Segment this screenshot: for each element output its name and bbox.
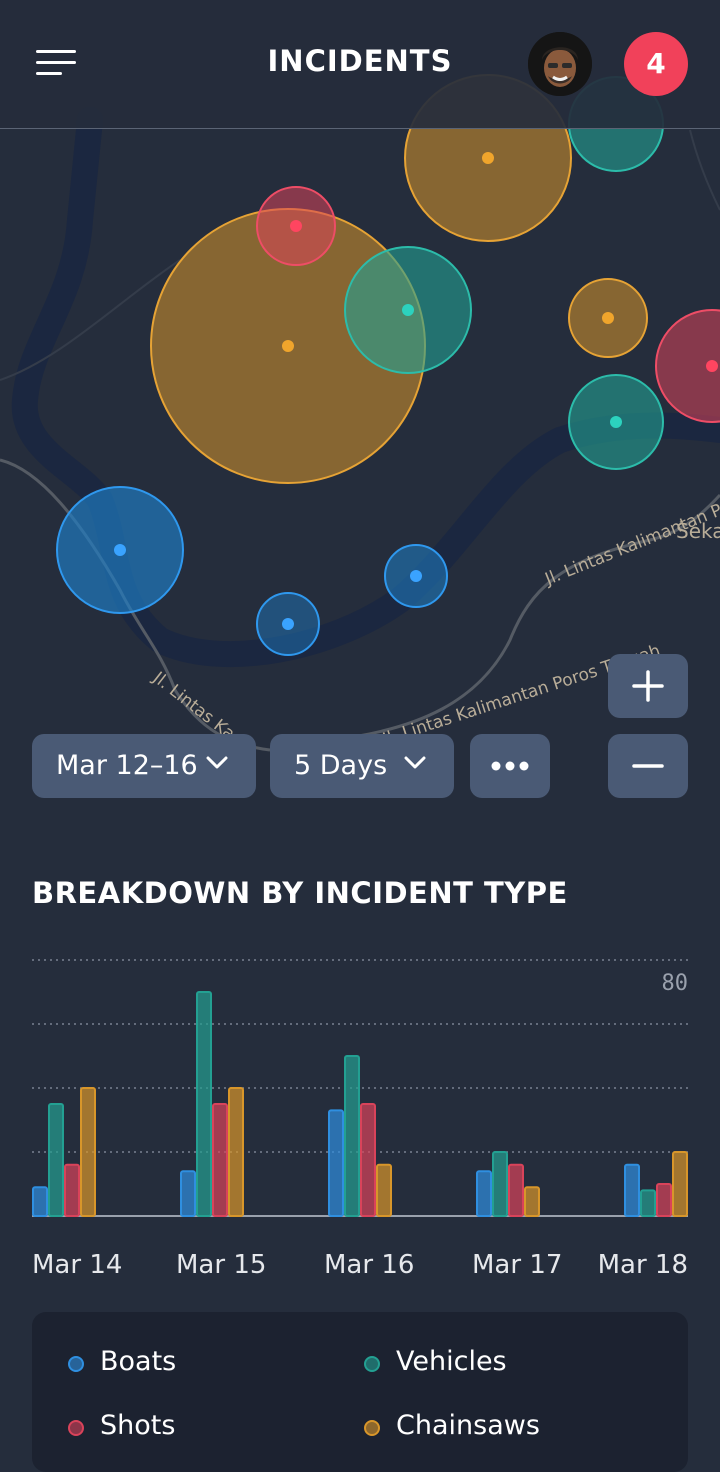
incident-marker-vehicles[interactable] [568, 374, 664, 470]
incident-marker-boats[interactable] [56, 486, 184, 614]
x-tick-label: Mar 16 [324, 1250, 414, 1280]
plus-icon [632, 670, 664, 702]
bar-chainsaws-mar-15[interactable] [228, 1087, 244, 1217]
date-range-dropdown[interactable]: Mar 12–16 [32, 734, 256, 798]
chevron-down-icon [404, 756, 426, 769]
bar-vehicles-mar-15[interactable] [196, 991, 212, 1217]
legend-dot-icon [364, 1420, 380, 1436]
chevron-down-icon [206, 756, 228, 769]
minus-icon [632, 764, 664, 768]
bar-vehicles-mar-14[interactable] [48, 1103, 64, 1217]
incident-marker-shots[interactable] [256, 186, 336, 266]
user-avatar[interactable] [528, 32, 592, 96]
x-tick-label: Mar 18 [598, 1250, 688, 1280]
bar-chainsaws-mar-16[interactable] [376, 1163, 392, 1218]
duration-dropdown[interactable]: 5 Days [270, 734, 454, 798]
x-tick-label: Mar 14 [32, 1250, 122, 1280]
chart-legend: Boats Vehicles Shots Chainsaws [32, 1312, 688, 1472]
x-tick-label: Mar 17 [472, 1250, 562, 1280]
bar-shots-mar-18[interactable] [656, 1183, 672, 1217]
zoom-out-button[interactable] [608, 734, 688, 798]
bar-shots-mar-16[interactable] [360, 1103, 376, 1217]
legend-label: Shots [100, 1410, 176, 1441]
app-header: INCIDENTS 4 [0, 0, 720, 129]
legend-dot-icon [364, 1356, 380, 1372]
incident-marker-boats[interactable] [256, 592, 320, 656]
x-tick-label: Mar 15 [176, 1250, 266, 1280]
bar-shots-mar-17[interactable] [508, 1163, 524, 1218]
bar-vehicles-mar-18[interactable] [640, 1189, 656, 1217]
duration-label: 5 Days [294, 750, 388, 781]
bar-shots-mar-14[interactable] [64, 1163, 80, 1218]
legend-label: Chainsaws [396, 1410, 540, 1441]
more-options-button[interactable] [470, 734, 550, 798]
incident-marker-boats[interactable] [384, 544, 448, 608]
bar-boats-mar-14[interactable] [32, 1186, 48, 1217]
bar-shots-mar-15[interactable] [212, 1103, 228, 1217]
section-title: BREAKDOWN BY INCIDENT TYPE [32, 876, 568, 910]
bar-chainsaws-mar-14[interactable] [80, 1087, 96, 1217]
road-label: Seka [676, 519, 720, 543]
date-range-label: Mar 12–16 [56, 750, 198, 781]
bar-chainsaws-mar-18[interactable] [672, 1151, 688, 1217]
bar-boats-mar-17[interactable] [476, 1170, 492, 1217]
page-title: INCIDENTS [267, 44, 453, 78]
legend-dot-icon [68, 1420, 84, 1436]
bar-boats-mar-16[interactable] [328, 1109, 344, 1217]
legend-label: Boats [100, 1346, 177, 1377]
incident-marker-chainsaws[interactable] [568, 278, 648, 358]
legend-label: Vehicles [396, 1346, 507, 1377]
bar-boats-mar-18[interactable] [624, 1163, 640, 1218]
legend-dot-icon [68, 1356, 84, 1372]
incident-marker-vehicles[interactable] [344, 246, 472, 374]
notification-badge[interactable]: 4 [624, 32, 688, 96]
bar-boats-mar-15[interactable] [180, 1170, 196, 1217]
bar-vehicles-mar-16[interactable] [344, 1055, 360, 1217]
bar-vehicles-mar-17[interactable] [492, 1151, 508, 1217]
more-dots-icon [491, 761, 529, 771]
zoom-in-button[interactable] [608, 654, 688, 718]
incident-breakdown-chart: 80 Mar 14 Mar 15 Mar 16 Mar 17 Mar 18 [32, 959, 689, 1280]
y-tick-label: 80 [662, 971, 689, 996]
bar-chainsaws-mar-17[interactable] [524, 1186, 540, 1217]
